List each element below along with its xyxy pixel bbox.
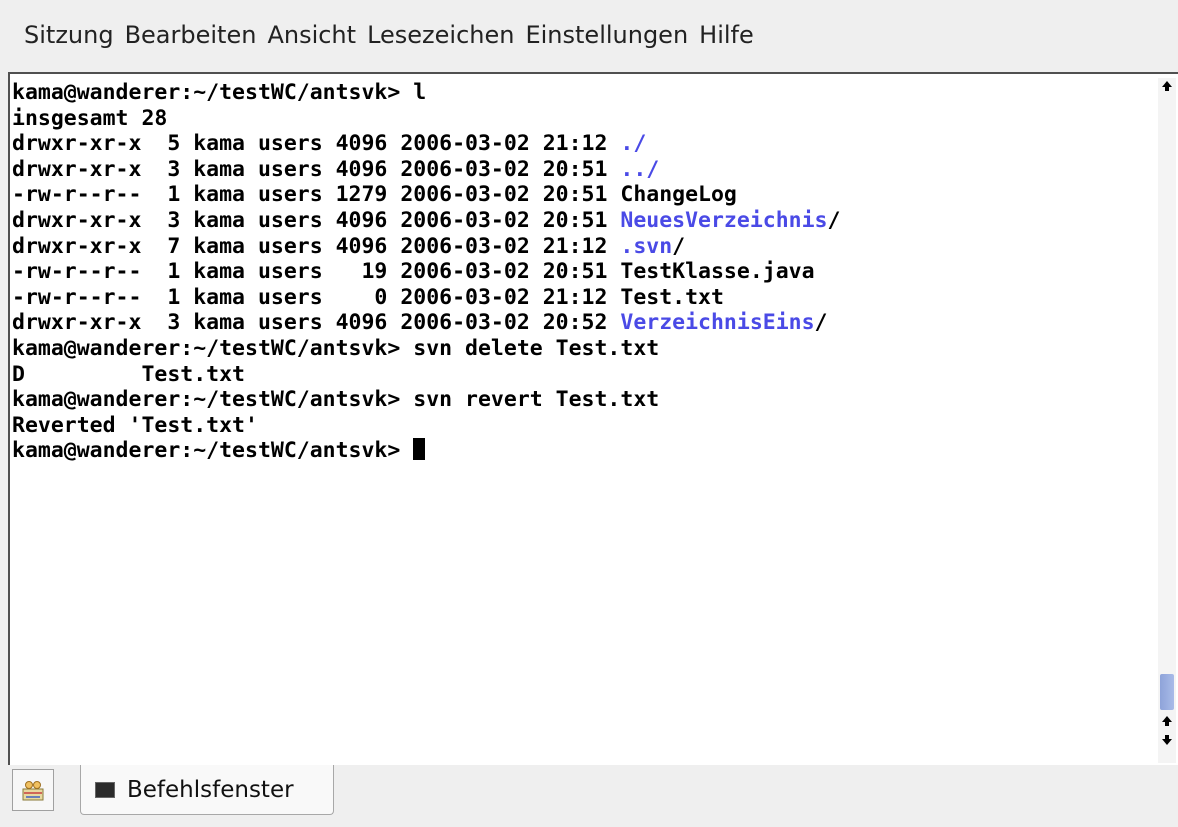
menu-item-sitzung[interactable]: Sitzung [24,21,114,49]
terminal-output[interactable]: kama@wanderer:~/testWC/antsvk> l insgesam… [12,76,1160,763]
arrow-down-icon[interactable] [1158,734,1176,750]
terminal-text: drwxr-xr-x 7 kama users 4096 2006-03-02 … [12,233,621,259]
terminal-text: / [672,233,686,259]
terminal-frame: kama@wanderer:~/testWC/antsvk> l insgesam… [8,72,1178,765]
directory-name: NeuesVerzeichnis [620,207,828,233]
scrollbar-thumb[interactable] [1160,674,1174,710]
new-session-button[interactable] [12,769,54,811]
vertical-scrollbar[interactable] [1158,78,1176,763]
terminal-line: kama@wanderer:~/testWC/antsvk> svn delet… [12,336,1160,362]
arrow-up-icon[interactable] [1158,80,1176,96]
terminal-line: kama@wanderer:~/testWC/antsvk> l [12,80,1160,106]
terminal-text: -rw-r--r-- 1 kama users 0 2006-03-02 21:… [12,284,724,310]
directory-name: ../ [620,156,660,182]
terminal-text: / [827,207,841,233]
tab-label: Befehlsfenster [127,776,294,803]
terminal-line: drwxr-xr-x 7 kama users 4096 2006-03-02 … [12,234,1160,260]
terminal-line: D Test.txt [12,362,1160,388]
menu-item-einstellungen[interactable]: Einstellungen [525,21,688,49]
directory-name: VerzeichnisEins [620,310,815,336]
menu-item-ansicht[interactable]: Ansicht [267,21,356,49]
session-tab-bar: Befehlsfenster [0,765,1178,827]
terminal-text: kama@wanderer:~/testWC/antsvk> svn delet… [12,335,660,361]
terminal-line: insgesamt 28 [12,106,1160,132]
menu-item-hilfe[interactable]: Hilfe [699,21,754,49]
terminal-text: D Test.txt [12,361,245,387]
new-session-icon [22,781,44,801]
terminal-text: insgesamt 28 [12,105,168,131]
terminal-line: kama@wanderer:~/testWC/antsvk> [12,438,1160,464]
terminal-line: Reverted 'Test.txt' [12,413,1160,439]
terminal-text: kama@wanderer:~/testWC/antsvk> [12,438,414,464]
terminal-line: kama@wanderer:~/testWC/antsvk> svn rever… [12,387,1160,413]
terminal-line: -rw-r--r-- 1 kama users 0 2006-03-02 21:… [12,285,1160,311]
terminal-text: drwxr-xr-x 5 kama users 4096 2006-03-02 … [12,131,621,157]
directory-name: .svn [620,233,673,259]
menu-item-lesezeichen[interactable]: Lesezeichen [367,21,514,49]
arrow-up-icon[interactable] [1158,715,1176,731]
terminal-text: drwxr-xr-x 3 kama users 4096 2006-03-02 … [12,156,621,182]
menu-bar: Sitzung Bearbeiten Ansicht Lesezeichen E… [0,0,1178,70]
terminal-text: -rw-r--r-- 1 kama users 1279 2006-03-02 … [12,182,737,208]
terminal-line: drwxr-xr-x 3 kama users 4096 2006-03-02 … [12,310,1160,336]
terminal-text: drwxr-xr-x 3 kama users 4096 2006-03-02 … [12,207,621,233]
menu-item-bearbeiten[interactable]: Bearbeiten [125,21,257,49]
terminal-icon [95,781,115,798]
tab-befehlsfenster[interactable]: Befehlsfenster [80,765,334,815]
terminal-text: drwxr-xr-x 3 kama users 4096 2006-03-02 … [12,310,621,336]
terminal-line: drwxr-xr-x 5 kama users 4096 2006-03-02 … [12,131,1160,157]
terminal-line: drwxr-xr-x 3 kama users 4096 2006-03-02 … [12,208,1160,234]
terminal-text: Reverted 'Test.txt' [12,412,258,438]
terminal-text: / [814,310,828,336]
konsole-window: Sitzung Bearbeiten Ansicht Lesezeichen E… [0,0,1178,827]
terminal-text: -rw-r--r-- 1 kama users 19 2006-03-02 20… [12,259,815,285]
terminal-line: -rw-r--r-- 1 kama users 1279 2006-03-02 … [12,182,1160,208]
terminal-line: drwxr-xr-x 3 kama users 4096 2006-03-02 … [12,157,1160,183]
terminal-text: kama@wanderer:~/testWC/antsvk> svn rever… [12,387,660,413]
terminal-cursor [413,438,426,461]
terminal-text: kama@wanderer:~/testWC/antsvk> l [12,80,427,105]
terminal-line: -rw-r--r-- 1 kama users 19 2006-03-02 20… [12,259,1160,285]
directory-name: ./ [620,131,647,157]
